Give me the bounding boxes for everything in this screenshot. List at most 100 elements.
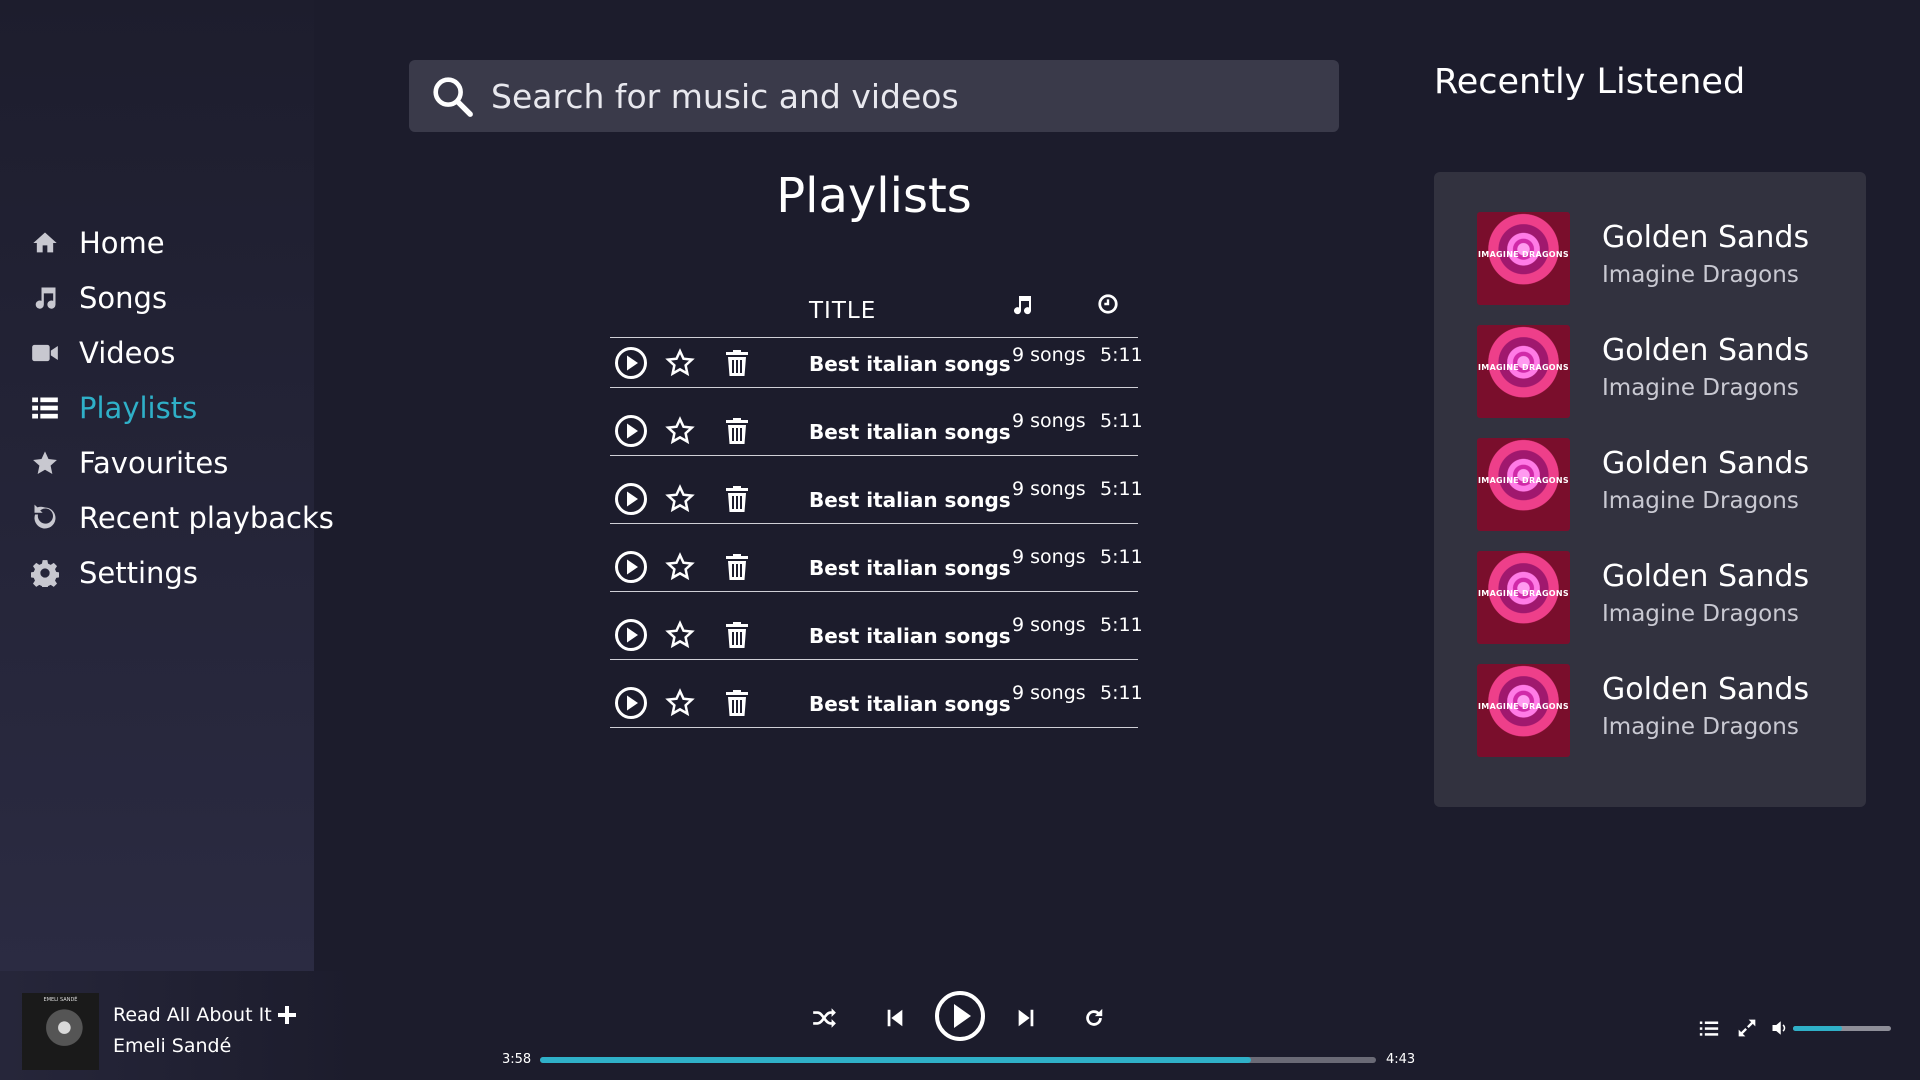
search-icon[interactable] <box>429 73 475 119</box>
play-playlist-button[interactable] <box>614 686 648 720</box>
history-icon <box>30 503 60 533</box>
star-outline-icon <box>665 484 695 513</box>
favourite-button[interactable] <box>664 483 696 515</box>
favourite-button[interactable] <box>664 415 696 447</box>
volume-button[interactable] <box>1771 1019 1789 1037</box>
recent-item[interactable]: IMAGINE DRAGONS Golden Sands Imagine Dra… <box>1477 325 1847 418</box>
album-cover-text: IMAGINE DRAGONS <box>1478 476 1569 485</box>
recent-item[interactable]: IMAGINE DRAGONS Golden Sands Imagine Dra… <box>1477 664 1847 757</box>
trash-icon <box>726 622 748 648</box>
table-row[interactable]: Best italian songs 9 songs 5:11 <box>610 456 1143 524</box>
queue-list-icon <box>1699 1021 1719 1036</box>
recent-item-title: Golden Sands <box>1602 333 1810 368</box>
delete-button[interactable] <box>724 348 750 378</box>
favourite-button[interactable] <box>664 347 696 379</box>
star-outline-icon <box>665 348 695 377</box>
shuffle-icon <box>813 1008 836 1028</box>
volume-slider[interactable] <box>1793 1026 1891 1031</box>
playlist-song-count: 9 songs <box>1012 546 1086 568</box>
sidebar-item-home[interactable]: Home <box>30 215 334 270</box>
now-playing-artist: Emeli Sandé <box>113 1035 232 1057</box>
trash-icon <box>726 554 748 580</box>
now-playing-title: Read All About It <box>113 1004 272 1026</box>
recent-item[interactable]: IMAGINE DRAGONS Golden Sands Imagine Dra… <box>1477 212 1847 305</box>
sidebar-item-favourites[interactable]: Favourites <box>30 435 334 490</box>
album-cover: IMAGINE DRAGONS <box>1477 438 1570 531</box>
shuffle-button[interactable] <box>810 1004 838 1032</box>
recent-item[interactable]: IMAGINE DRAGONS Golden Sands Imagine Dra… <box>1477 551 1847 644</box>
sidebar-item-videos[interactable]: Videos <box>30 325 334 380</box>
recent-title: Recently Listened <box>1434 62 1746 102</box>
play-playlist-button[interactable] <box>614 618 648 652</box>
search-input[interactable] <box>491 76 1311 116</box>
favourite-button[interactable] <box>664 551 696 583</box>
gear-icon <box>30 558 60 588</box>
playlist-song-count: 9 songs <box>1012 614 1086 636</box>
now-playing: EMELI SANDÉ Read All About It Emeli Sand… <box>0 971 360 1080</box>
fullscreen-button[interactable] <box>1736 1017 1758 1039</box>
recent-item-artist: Imagine Dragons <box>1602 262 1799 288</box>
progress-fill <box>540 1057 1251 1063</box>
queue-button[interactable] <box>1697 1018 1721 1040</box>
delete-button[interactable] <box>724 552 750 582</box>
sidebar-item-settings[interactable]: Settings <box>30 545 334 600</box>
repeat-button[interactable] <box>1082 1006 1106 1030</box>
sidebar-item-songs[interactable]: Songs <box>30 270 334 325</box>
playlist-duration: 5:11 <box>1100 546 1143 568</box>
play-playlist-button[interactable] <box>614 482 648 516</box>
recent-item-artist: Imagine Dragons <box>1602 375 1799 401</box>
play-playlist-button[interactable] <box>614 550 648 584</box>
progress-bar[interactable] <box>540 1057 1376 1063</box>
delete-button[interactable] <box>724 620 750 650</box>
album-cover-text: IMAGINE DRAGONS <box>1478 702 1569 711</box>
play-circle-icon <box>615 619 647 651</box>
sidebar-item-label: Home <box>79 225 165 260</box>
play-icon <box>935 991 985 1041</box>
sidebar-item-label: Videos <box>79 335 176 370</box>
table-row[interactable]: Best italian songs 9 songs 5:11 <box>610 592 1143 660</box>
next-button[interactable] <box>1015 1006 1037 1030</box>
sidebar-item-label: Settings <box>79 555 198 590</box>
sidebar-item-recent-playbacks[interactable]: Recent playbacks <box>30 490 334 545</box>
recent-panel: IMAGINE DRAGONS Golden Sands Imagine Dra… <box>1434 172 1866 807</box>
favourite-button[interactable] <box>664 619 696 651</box>
delete-button[interactable] <box>724 688 750 718</box>
sidebar-nav: Home Songs Videos Playlists Favourites R… <box>30 215 334 600</box>
recent-item[interactable]: IMAGINE DRAGONS Golden Sands Imagine Dra… <box>1477 438 1847 531</box>
logo-waveform-icon <box>86 52 229 155</box>
recent-item-title: Golden Sands <box>1602 220 1810 255</box>
add-icon[interactable] <box>277 1005 297 1025</box>
playlist-song-count: 9 songs <box>1012 344 1086 366</box>
table-row[interactable]: Best italian songs 9 songs 5:11 <box>610 660 1143 728</box>
playlist-title: Best italian songs <box>809 556 1011 580</box>
star-outline-icon <box>665 552 695 581</box>
table-row[interactable]: Best italian songs 9 songs 5:11 <box>610 338 1143 388</box>
sidebar-item-playlists[interactable]: Playlists <box>30 380 334 435</box>
album-cover: IMAGINE DRAGONS <box>1477 551 1570 644</box>
video-camera-icon <box>30 338 60 368</box>
delete-button[interactable] <box>724 416 750 446</box>
play-playlist-button[interactable] <box>614 346 648 380</box>
album-cover-text: IMAGINE DRAGONS <box>1478 589 1569 598</box>
music-note-icon <box>30 283 60 313</box>
play-button[interactable] <box>934 990 986 1042</box>
playlist-duration: 5:11 <box>1100 344 1143 366</box>
playlist-title: Best italian songs <box>809 488 1011 512</box>
table-row[interactable]: Best italian songs 9 songs 5:11 <box>610 388 1143 456</box>
star-outline-icon <box>665 416 695 445</box>
table-row[interactable]: Best italian songs 9 songs 5:11 <box>610 524 1143 592</box>
playlist-duration: 5:11 <box>1100 614 1143 636</box>
delete-button[interactable] <box>724 484 750 514</box>
playlist-song-count: 9 songs <box>1012 682 1086 704</box>
search-bar <box>409 60 1339 132</box>
sidebar-item-label: Favourites <box>79 445 229 480</box>
album-cover: IMAGINE DRAGONS <box>1477 664 1570 757</box>
previous-button[interactable] <box>884 1006 906 1030</box>
play-playlist-button[interactable] <box>614 414 648 448</box>
playlist-song-count: 9 songs <box>1012 478 1086 500</box>
favourite-button[interactable] <box>664 687 696 719</box>
skip-forward-icon <box>1018 1009 1034 1027</box>
trash-icon <box>726 690 748 716</box>
album-cover-text: IMAGINE DRAGONS <box>1478 250 1569 259</box>
table-header: TITLE <box>610 285 1138 338</box>
